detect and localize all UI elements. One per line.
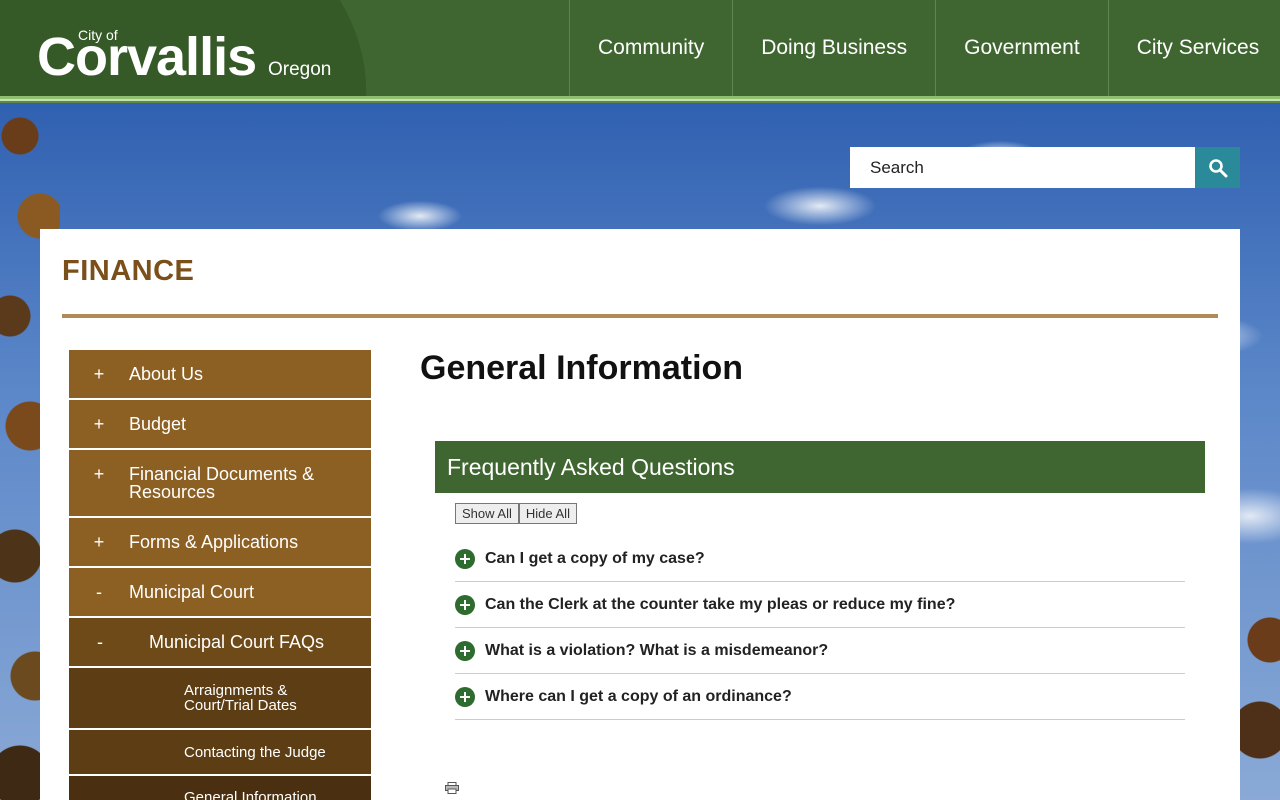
sidebar-item-budget[interactable]: + Budget — [69, 400, 371, 450]
faq-question: Can I get a copy of my case? — [485, 549, 705, 567]
faq-item[interactable]: Can I get a copy of my case? — [455, 536, 1185, 582]
sidebar-item-forms-applications[interactable]: + Forms & Applications — [69, 518, 371, 568]
collapse-icon[interactable]: - — [69, 632, 129, 653]
department-title: FINANCE — [62, 255, 195, 287]
expand-icon[interactable]: + — [69, 414, 129, 435]
search-button[interactable] — [1195, 147, 1240, 188]
sidebar-item-label: Forms & Applications — [129, 532, 299, 552]
search-input[interactable] — [850, 147, 1196, 188]
faq-controls: Show All Hide All — [455, 503, 1205, 524]
faq-question: Where can I get a copy of an ordinance? — [485, 687, 792, 705]
sidebar-item-contacting-judge[interactable]: Contacting the Judge — [69, 730, 371, 776]
collapse-icon[interactable]: - — [69, 582, 129, 603]
sidebar-item-arraignments[interactable]: Arraignments & Court/Trial Dates — [69, 668, 371, 730]
nav-item-doing-business[interactable]: Doing Business — [732, 0, 935, 96]
nav-item-city-services[interactable]: City Services — [1107, 0, 1280, 96]
faq-item[interactable]: Can the Clerk at the counter take my ple… — [455, 582, 1185, 628]
title-divider — [62, 314, 1218, 318]
logo-city-name: Corvallis — [37, 27, 257, 87]
sidebar-item-label: Municipal Court FAQs — [149, 632, 325, 652]
sidebar-item-label: Municipal Court — [129, 582, 255, 602]
hide-all-button[interactable]: Hide All — [518, 503, 577, 524]
content-panel: FINANCE + About Us + Budget + Financial … — [40, 229, 1240, 800]
main-nav: Community Doing Business Government City… — [569, 0, 1280, 96]
faq-list: Can I get a copy of my case? Can the Cle… — [455, 536, 1185, 720]
plus-circle-icon — [455, 640, 475, 661]
sidebar-item-label: General Information — [184, 789, 317, 800]
sidebar-item-label: Contacting the Judge — [184, 743, 326, 761]
sidebar-item-about-us[interactable]: + About Us — [69, 350, 371, 400]
expand-icon[interactable]: + — [69, 532, 129, 553]
expand-icon[interactable]: + — [69, 364, 129, 385]
plus-circle-icon — [455, 594, 475, 615]
expand-icon[interactable]: + — [69, 450, 129, 485]
faq-header: Frequently Asked Questions — [435, 441, 1205, 493]
page-title: General Information — [420, 349, 744, 387]
plus-circle-icon — [455, 686, 475, 707]
sidebar-item-label: Financial Documents & Resources — [129, 464, 315, 502]
logo[interactable]: Corvallis City of Oregon — [0, 0, 368, 96]
sidebar-nav: + About Us + Budget + Financial Document… — [69, 350, 371, 800]
nav-item-government[interactable]: Government — [935, 0, 1108, 96]
sidebar-item-label: Budget — [129, 414, 187, 434]
logo-state: Oregon — [268, 59, 332, 80]
sidebar-item-label: Arraignments & Court/Trial Dates — [184, 682, 297, 714]
sidebar-item-general-information[interactable]: General Information — [69, 776, 371, 800]
logo-city-of: City of — [78, 27, 118, 43]
show-all-button[interactable]: Show All — [455, 503, 519, 524]
plus-circle-icon — [455, 548, 475, 569]
sidebar-item-municipal-court[interactable]: - Municipal Court — [69, 568, 371, 618]
search-icon — [1208, 158, 1227, 177]
faq-question: What is a violation? What is a misdemean… — [485, 641, 829, 659]
faq-item[interactable]: What is a violation? What is a misdemean… — [455, 628, 1185, 674]
faq-item[interactable]: Where can I get a copy of an ordinance? — [455, 674, 1185, 720]
sidebar-item-financial-documents[interactable]: + Financial Documents & Resources — [69, 450, 371, 518]
header-stripe — [0, 96, 1280, 103]
sidebar-item-municipal-court-faqs[interactable]: - Municipal Court FAQs — [69, 618, 371, 668]
site-header: Corvallis City of Oregon Community Doing… — [0, 0, 1280, 96]
sidebar-item-label: About Us — [129, 364, 204, 384]
tree-foliage-right — [1240, 560, 1280, 800]
nav-item-community[interactable]: Community — [569, 0, 732, 96]
faq-section: Frequently Asked Questions Show All Hide… — [435, 441, 1205, 720]
faq-question: Can the Clerk at the counter take my ple… — [485, 595, 956, 613]
print-icon[interactable] — [445, 782, 459, 794]
